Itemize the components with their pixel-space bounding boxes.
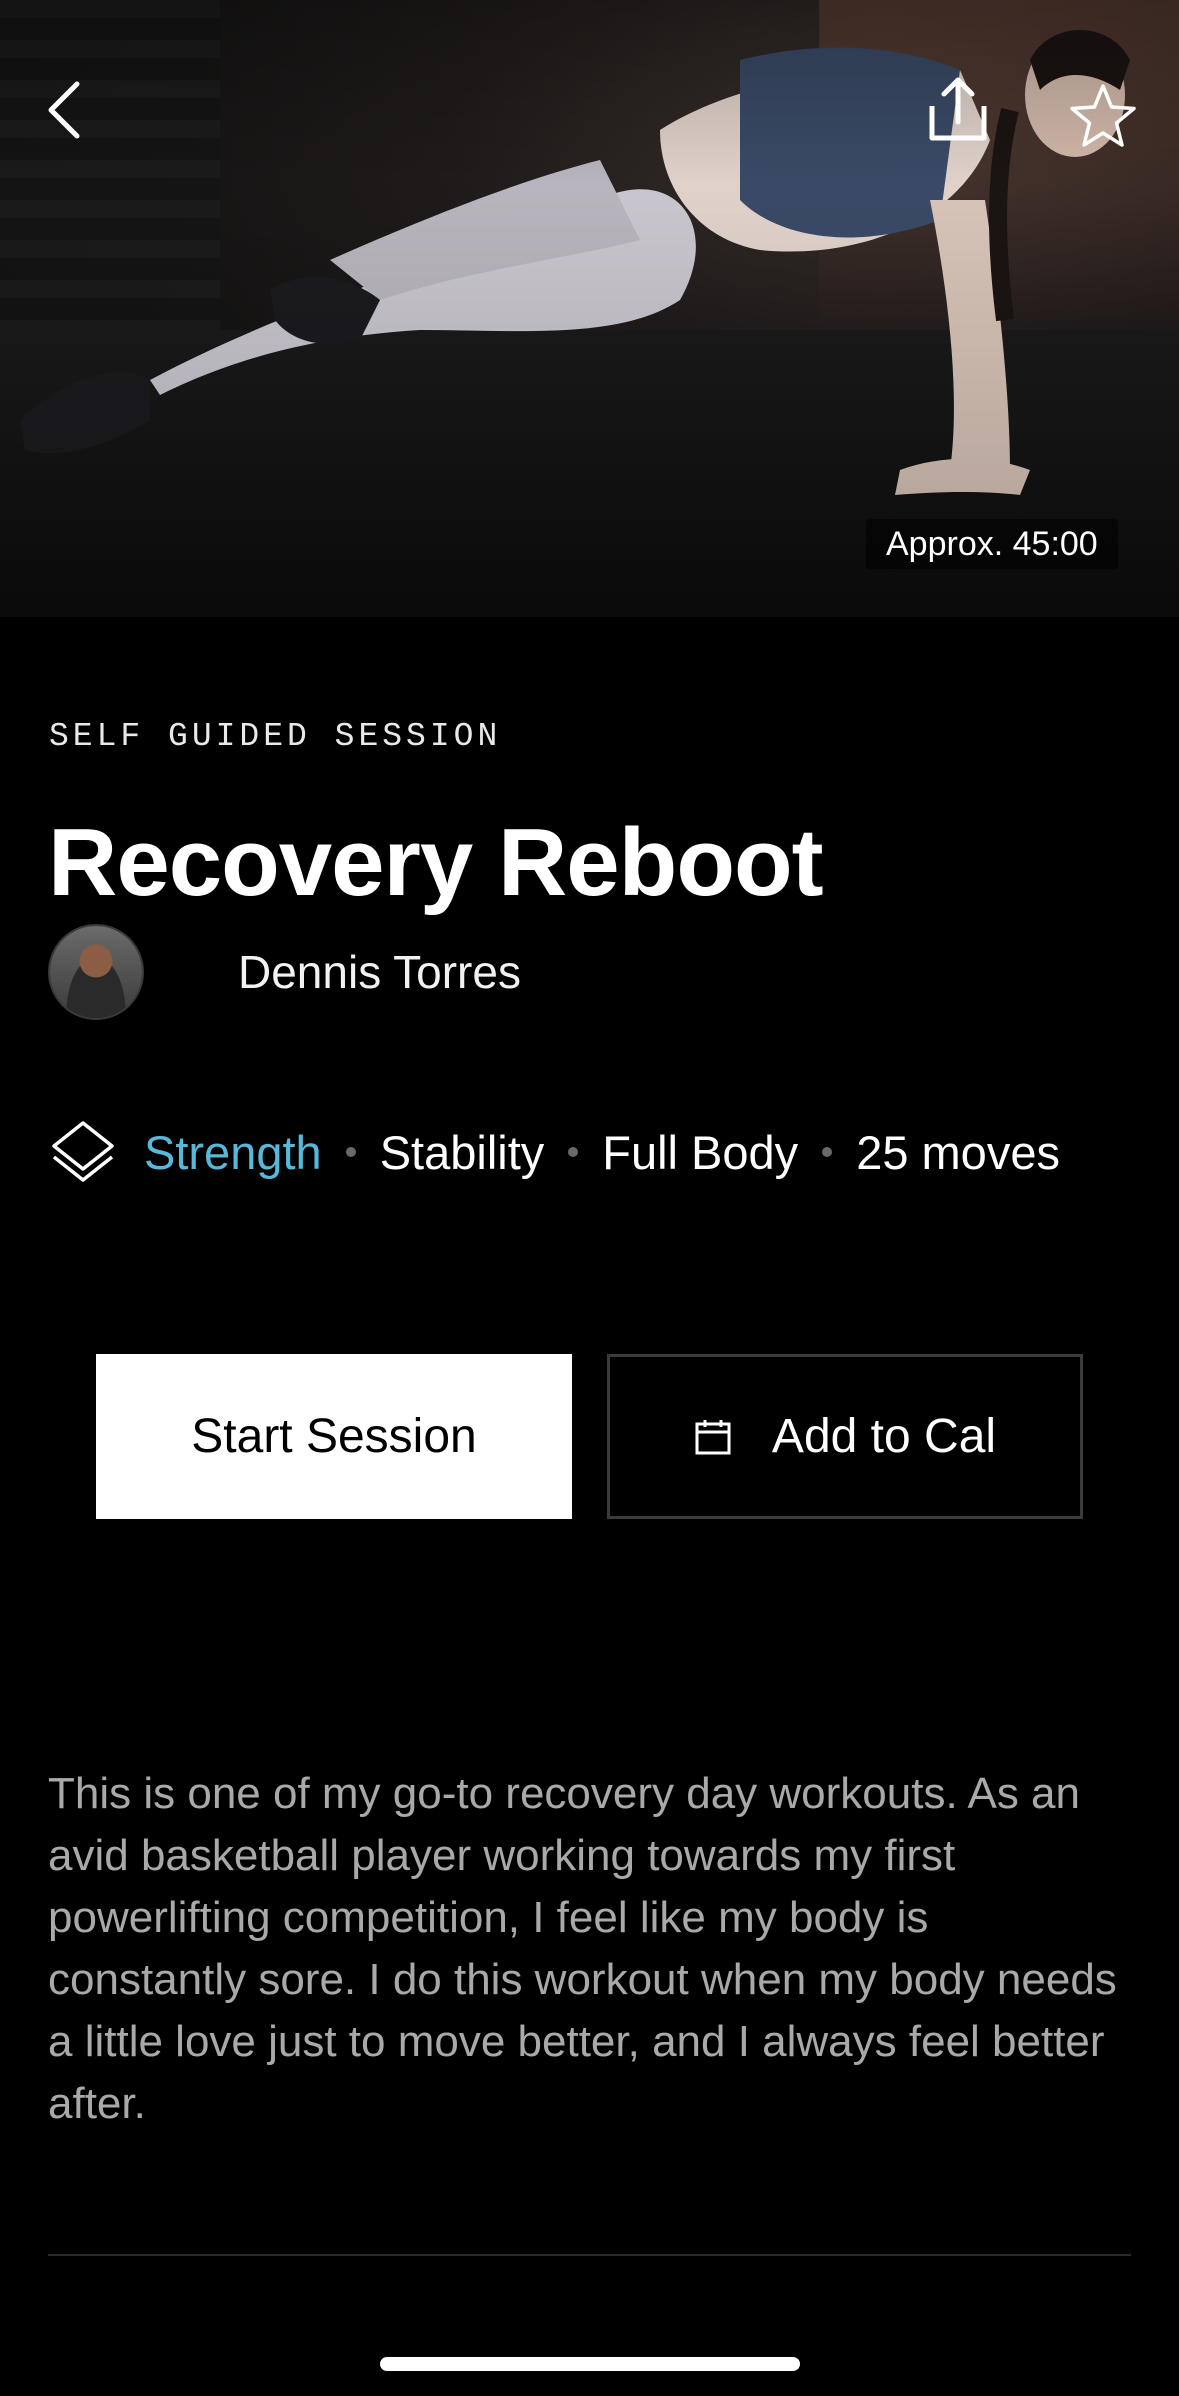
instructor-name: Dennis Torres <box>238 946 521 998</box>
tag-move-count: 25 moves <box>856 1125 1060 1179</box>
layers-icon <box>52 1121 114 1182</box>
separator-dot <box>822 1147 833 1157</box>
tag-focus: Stability <box>379 1125 545 1179</box>
favorite-button[interactable] <box>1058 70 1148 160</box>
add-to-calendar-button[interactable]: Add to Cal <box>607 1354 1083 1519</box>
chevron-left-icon <box>48 81 80 139</box>
add-to-calendar-label: Add to Cal <box>771 1410 997 1463</box>
page-title: Recovery Reboot <box>48 809 824 916</box>
tag-body-area: Full Body <box>602 1125 799 1179</box>
home-indicator[interactable] <box>380 2357 800 2371</box>
share-icon <box>929 77 987 141</box>
duration-badge: Approx. 45:00 <box>866 519 1118 569</box>
separator-dot <box>568 1147 579 1157</box>
back-button[interactable] <box>30 70 100 150</box>
session-type-label: SELF GUIDED SESSION <box>49 718 502 755</box>
instructor-link[interactable]: Dennis Torres <box>48 924 521 1020</box>
calendar-icon <box>695 1419 731 1454</box>
hero-image: Approx. 45:00 <box>0 0 1179 617</box>
avatar <box>48 924 144 1020</box>
tag-category: Strength <box>144 1125 322 1179</box>
divider <box>48 2254 1131 2256</box>
star-icon <box>1070 84 1136 147</box>
session-description: This is one of my go-to recovery day wor… <box>48 1769 1117 2128</box>
share-button[interactable] <box>918 70 998 150</box>
start-session-button[interactable]: Start Session <box>96 1354 572 1519</box>
separator-dot <box>345 1147 356 1157</box>
session-tags: Strength Stability Full Body 25 moves <box>48 1114 1060 1190</box>
